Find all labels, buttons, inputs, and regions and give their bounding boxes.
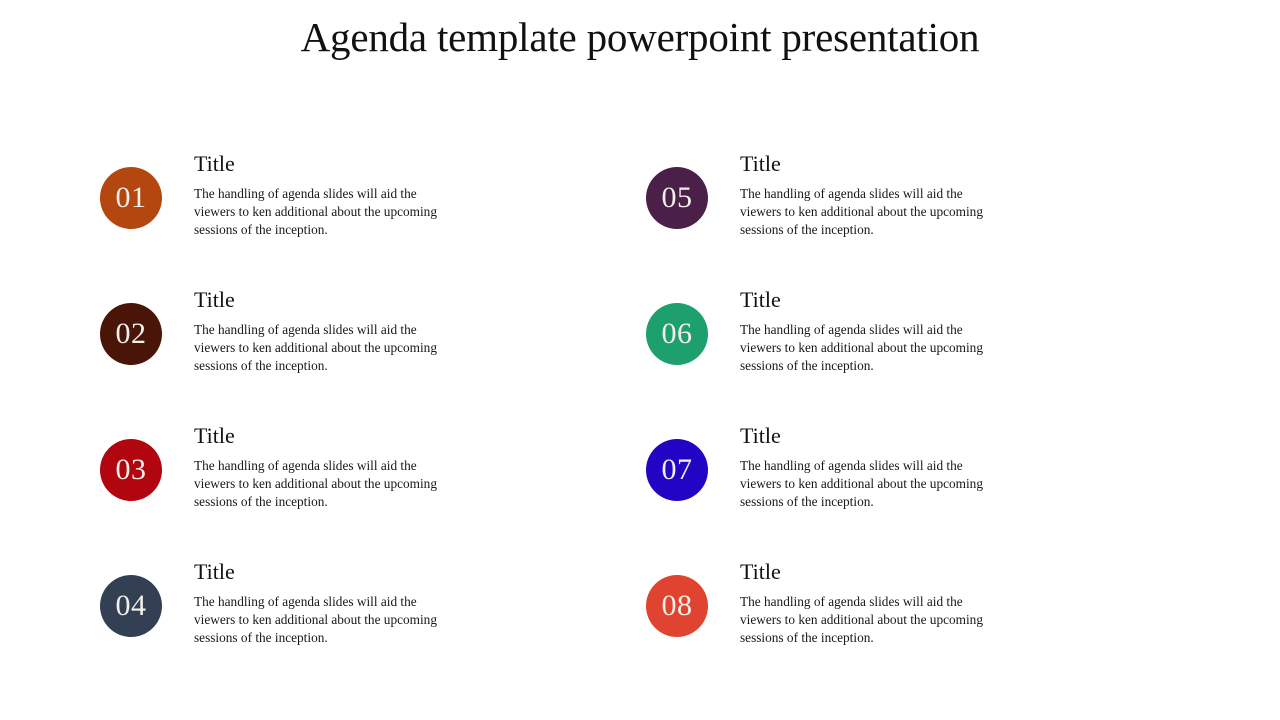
number-badge-03: 03 (100, 439, 162, 501)
agenda-item-01[interactable]: 01 Title The handling of agenda slides w… (94, 151, 640, 288)
number-badge-08: 08 (646, 575, 708, 637)
agenda-item-description: The handling of agenda slides will aid t… (194, 322, 437, 374)
agenda-item-description: The handling of agenda slides will aid t… (194, 458, 437, 510)
agenda-item-description: The handling of agenda slides will aid t… (740, 322, 983, 374)
agenda-item-title: Title (740, 559, 781, 584)
number-badge-label: 07 (661, 453, 693, 486)
agenda-item-body: Title The handling of agenda slides will… (708, 423, 1186, 511)
agenda-item-05[interactable]: 05 Title The handling of agenda slides w… (640, 151, 1186, 288)
number-badge-label: 08 (661, 589, 693, 622)
agenda-item-body: Title The handling of agenda slides will… (162, 423, 640, 511)
number-badge-04: 04 (100, 575, 162, 637)
agenda-item-title: Title (740, 423, 781, 448)
agenda-item-body: Title The handling of agenda slides will… (162, 287, 640, 375)
agenda-slide: Agenda template powerpoint presentation … (0, 0, 1280, 720)
agenda-item-04[interactable]: 04 Title The handling of agenda slides w… (94, 559, 640, 696)
agenda-item-body: Title The handling of agenda slides will… (708, 559, 1186, 647)
agenda-item-body: Title The handling of agenda slides will… (162, 559, 640, 647)
agenda-item-02[interactable]: 02 Title The handling of agenda slides w… (94, 287, 640, 424)
number-badge-label: 05 (661, 181, 693, 214)
agenda-item-body: Title The handling of agenda slides will… (708, 287, 1186, 375)
number-badge-label: 02 (115, 317, 147, 350)
agenda-item-description: The handling of agenda slides will aid t… (194, 186, 437, 238)
agenda-item-title: Title (740, 287, 781, 312)
number-badge-05: 05 (646, 167, 708, 229)
agenda-item-description: The handling of agenda slides will aid t… (740, 186, 983, 238)
agenda-item-title: Title (194, 559, 235, 584)
agenda-item-title: Title (740, 151, 781, 176)
agenda-item-title: Title (194, 423, 235, 448)
number-badge-02: 02 (100, 303, 162, 365)
agenda-item-07[interactable]: 07 Title The handling of agenda slides w… (640, 423, 1186, 560)
number-badge-label: 06 (661, 317, 693, 350)
agenda-item-03[interactable]: 03 Title The handling of agenda slides w… (94, 423, 640, 560)
number-badge-01: 01 (100, 167, 162, 229)
agenda-item-body: Title The handling of agenda slides will… (162, 151, 640, 239)
agenda-item-body: Title The handling of agenda slides will… (708, 151, 1186, 239)
agenda-item-description: The handling of agenda slides will aid t… (194, 594, 437, 646)
agenda-items-grid: 01 Title The handling of agenda slides w… (0, 151, 1280, 696)
number-badge-label: 03 (115, 453, 147, 486)
agenda-item-description: The handling of agenda slides will aid t… (740, 458, 983, 510)
number-badge-label: 01 (115, 181, 147, 214)
agenda-item-06[interactable]: 06 Title The handling of agenda slides w… (640, 287, 1186, 424)
number-badge-label: 04 (115, 589, 147, 622)
agenda-item-title: Title (194, 151, 235, 176)
page-title: Agenda template powerpoint presentation (300, 14, 980, 60)
number-badge-07: 07 (646, 439, 708, 501)
agenda-item-title: Title (194, 287, 235, 312)
agenda-item-08[interactable]: 08 Title The handling of agenda slides w… (640, 559, 1186, 696)
number-badge-06: 06 (646, 303, 708, 365)
agenda-item-description: The handling of agenda slides will aid t… (740, 594, 983, 646)
